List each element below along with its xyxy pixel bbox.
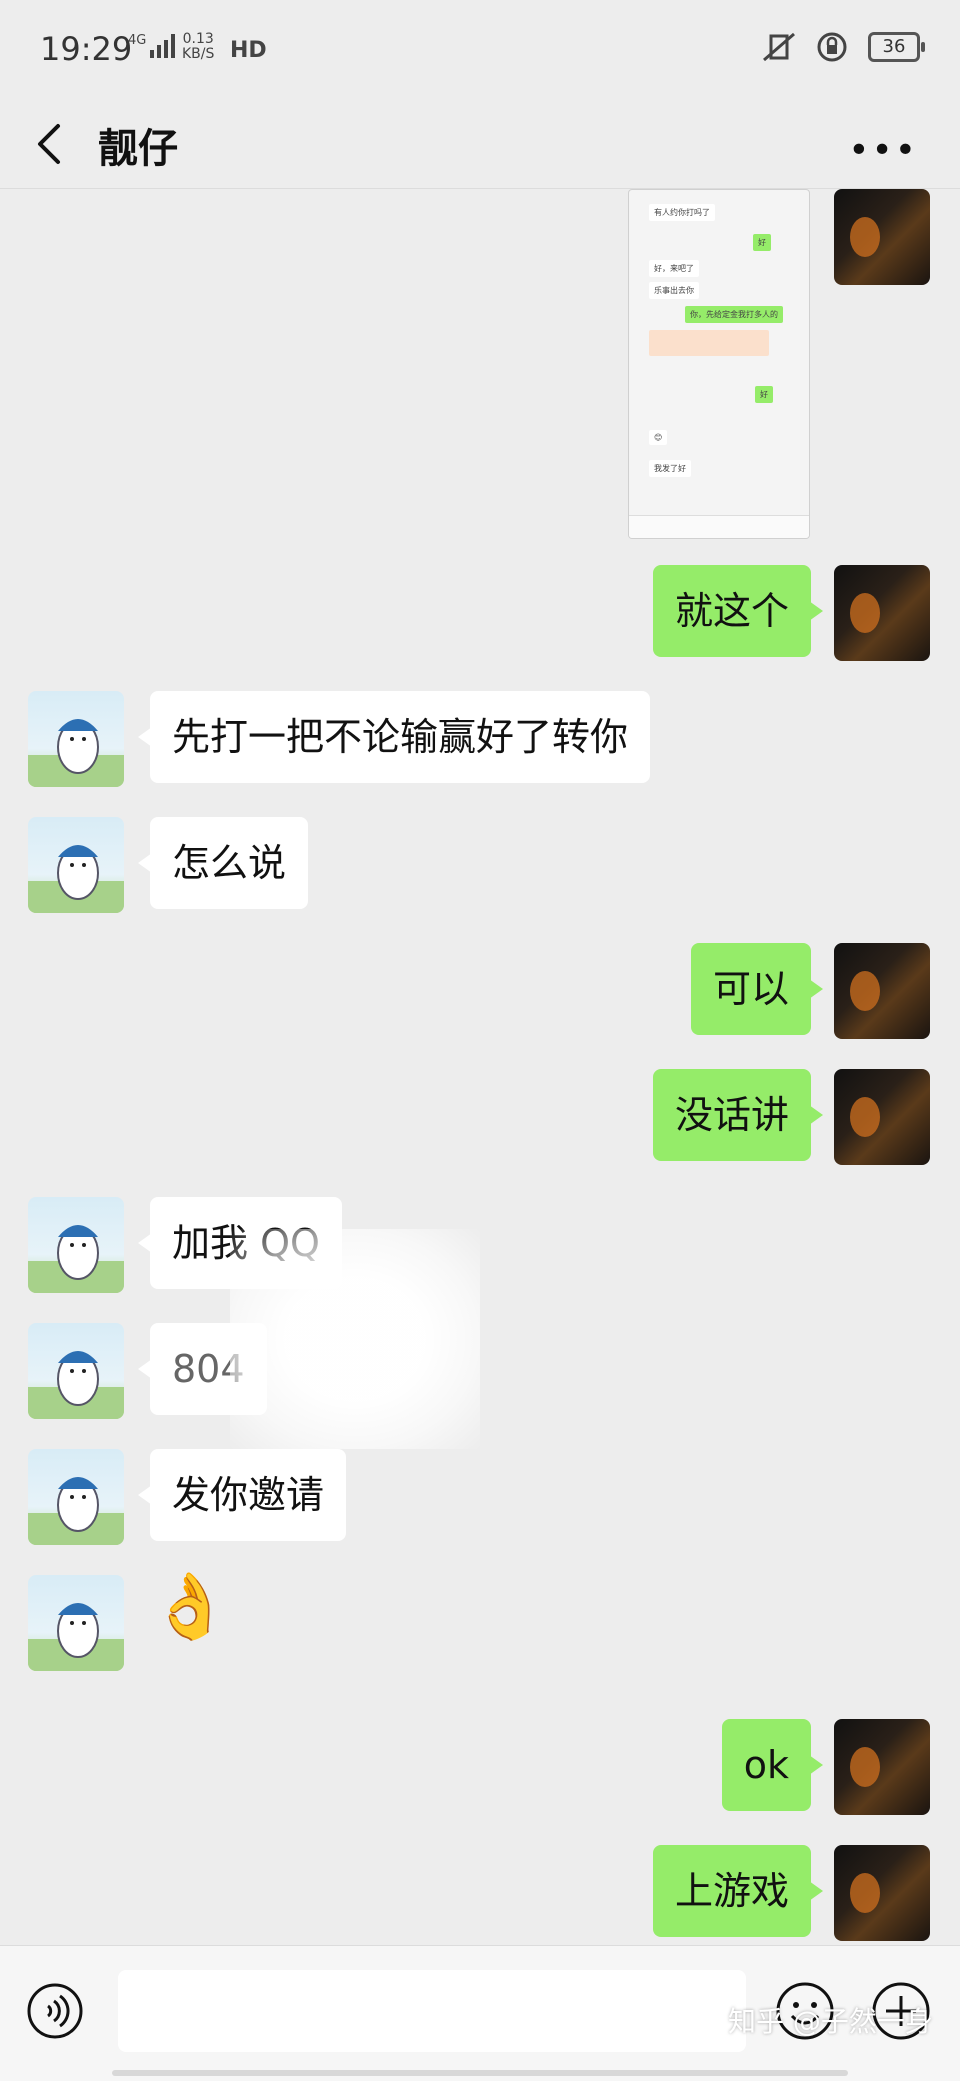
screenshot-line: 我发了好 — [649, 460, 691, 477]
screenshot-line: 好 — [753, 234, 771, 251]
contact-avatar[interactable] — [28, 691, 124, 787]
chat-header: 靓仔 ••• — [0, 100, 960, 189]
screenshot-line: 😊 — [649, 430, 668, 445]
hd-icon: HD — [230, 38, 267, 63]
screenshot-input-bar — [629, 515, 809, 538]
chat-title: 靓仔 — [98, 126, 178, 172]
network-speed: 0.13 KB/S — [182, 31, 215, 62]
my-message-bubble[interactable]: ok — [721, 1719, 824, 1811]
my-avatar[interactable] — [834, 189, 930, 285]
my-avatar[interactable] — [834, 1069, 930, 1165]
my-avatar[interactable] — [834, 1719, 930, 1815]
chat-input-bar: 知乎 @子然一身 — [0, 1945, 960, 2081]
penguin-avatar-icon — [28, 1477, 124, 1545]
my-avatar[interactable] — [834, 943, 930, 1039]
screenshot-transfer-card — [649, 330, 769, 356]
privacy-blur-overlay — [230, 1229, 480, 1449]
network-indicator: 4G — [128, 33, 147, 48]
battery-indicator: 36 — [868, 32, 925, 62]
signal-icon — [150, 34, 175, 58]
more-options-icon[interactable]: ••• — [848, 130, 918, 171]
my-message-bubble[interactable]: 没话讲 — [652, 1069, 824, 1161]
shared-screenshot-image[interactable]: 有人约你打吗了 好 好，来吧了 乐事出去你 你，先给定金我打多人的 好 😊 我发… — [628, 189, 810, 539]
contact-message-bubble[interactable]: 发你邀请 — [137, 1449, 347, 1541]
status-right-icons: 36 — [762, 30, 925, 64]
my-message-bubble[interactable]: 上游戏 — [652, 1845, 824, 1937]
screenshot-line: 好，来吧了 — [649, 260, 699, 277]
screenshot-line: 乐事出去你 — [649, 282, 699, 299]
screenshot-line: 有人约你打吗了 — [649, 204, 715, 221]
voice-input-icon[interactable] — [26, 1982, 84, 2040]
rotation-lock-icon — [817, 32, 847, 62]
chat-message-list[interactable]: 有人约你打吗了 好 好，来吧了 乐事出去你 你，先给定金我打多人的 好 😊 我发… — [0, 189, 960, 1945]
penguin-avatar-icon — [28, 1603, 124, 1671]
my-avatar[interactable] — [834, 565, 930, 661]
back-arrow-icon[interactable] — [30, 120, 70, 168]
status-bar: 19:29 4G 0.13 KB/S HD 36 — [0, 0, 960, 100]
status-time: 19:29 — [40, 30, 133, 68]
screenshot-line: 好 — [755, 386, 773, 403]
my-message-bubble[interactable]: 就这个 — [652, 565, 824, 657]
watermark-text: 知乎 @子然一身 — [728, 2005, 933, 2038]
penguin-avatar-icon — [28, 845, 124, 913]
message-input[interactable] — [118, 1970, 746, 2052]
contact-message-bubble[interactable]: 怎么说 — [137, 817, 309, 909]
contact-avatar[interactable] — [28, 1197, 124, 1293]
screenshot-line: 你，先给定金我打多人的 — [685, 306, 783, 323]
penguin-avatar-icon — [28, 1351, 124, 1419]
vibrate-mute-icon — [763, 32, 795, 62]
contact-avatar[interactable] — [28, 1575, 124, 1671]
ok-hand-emoji-message[interactable]: 👌 — [150, 1569, 230, 1644]
home-indicator — [112, 2070, 848, 2076]
contact-avatar[interactable] — [28, 817, 124, 913]
penguin-avatar-icon — [28, 1225, 124, 1293]
contact-avatar[interactable] — [28, 1323, 124, 1419]
contact-avatar[interactable] — [28, 1449, 124, 1545]
penguin-avatar-icon — [28, 719, 124, 787]
my-avatar[interactable] — [834, 1845, 930, 1941]
my-message-bubble[interactable]: 可以 — [690, 943, 824, 1035]
contact-message-bubble[interactable]: 先打一把不论输赢好了转你 — [137, 691, 651, 783]
